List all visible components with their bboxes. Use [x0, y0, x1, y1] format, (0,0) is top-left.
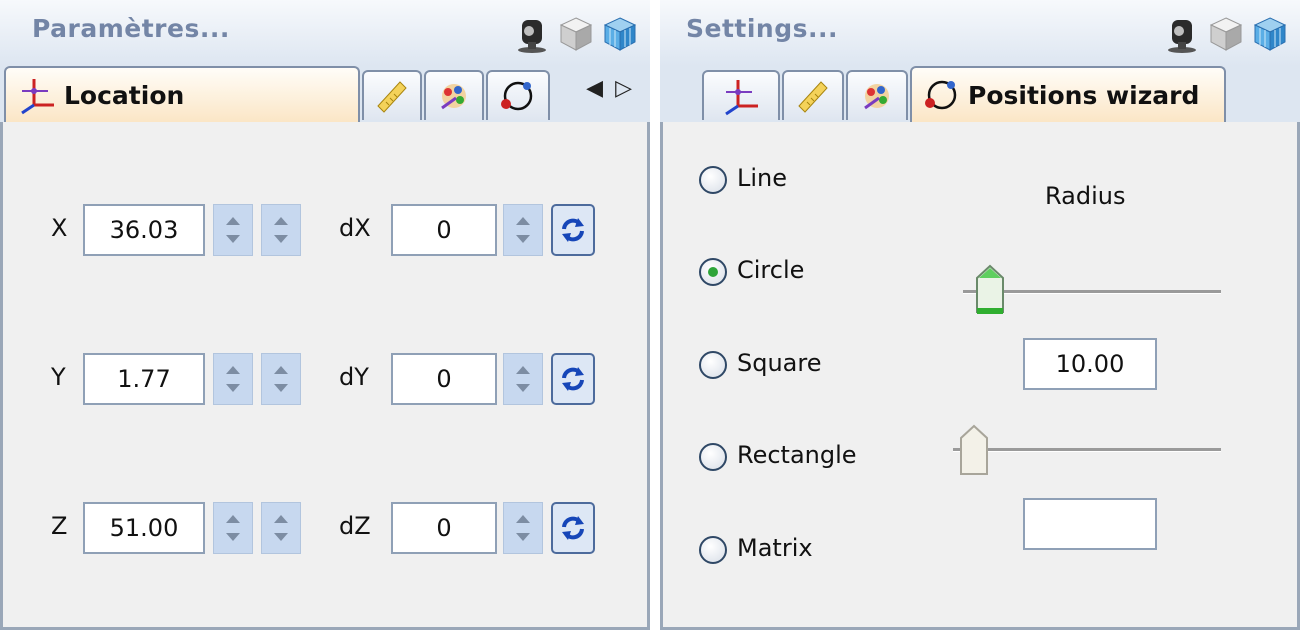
second-slider-track[interactable]	[953, 448, 1221, 452]
dx-label: dX	[339, 214, 371, 242]
arrow-right-icon[interactable]: ▷	[615, 76, 632, 101]
z-input[interactable]: 51.00	[83, 502, 205, 554]
x-spin-button[interactable]	[213, 204, 253, 256]
tab-paint[interactable]	[424, 70, 484, 120]
radio-rectangle[interactable]	[699, 443, 727, 471]
tab-location[interactable]	[702, 70, 780, 120]
x-label: X	[51, 214, 68, 242]
refresh-icon	[562, 367, 584, 391]
y-input[interactable]: 1.77	[83, 353, 205, 405]
cube-icon[interactable]	[1208, 14, 1244, 54]
title-toolbar	[514, 14, 638, 54]
dy-label: dY	[339, 363, 369, 391]
tab-paint[interactable]	[846, 70, 908, 120]
x-input[interactable]: 36.03	[83, 204, 205, 256]
y-spin-button-fine[interactable]	[261, 353, 301, 405]
second-slider-thumb[interactable]	[959, 424, 989, 478]
z-label: Z	[51, 512, 68, 540]
panel-title: Settings...	[686, 14, 838, 43]
tab-measure[interactable]	[362, 70, 422, 120]
radio-line-label[interactable]: Line	[737, 164, 787, 192]
dz-spin-button[interactable]	[503, 502, 543, 554]
dz-apply-button[interactable]	[551, 502, 595, 554]
z-spin-button-fine[interactable]	[261, 502, 301, 554]
dy-spin-button[interactable]	[503, 353, 543, 405]
panel-title-bar: Paramètres...	[0, 0, 650, 67]
tab-positions-wizard[interactable]: Positions wizard	[910, 66, 1226, 122]
x-spin-button-fine[interactable]	[261, 204, 301, 256]
tab-positions[interactable]	[486, 70, 550, 120]
tab-measure[interactable]	[782, 70, 844, 120]
dz-label: dZ	[339, 512, 371, 540]
grid-cube-icon[interactable]	[1252, 14, 1288, 54]
positions-wizard-content: Line Circle Square Rectangle Matrix Radi…	[660, 122, 1300, 630]
dx-spin-button[interactable]	[503, 204, 543, 256]
light-icon[interactable]	[514, 14, 550, 54]
radio-square-label[interactable]: Square	[737, 349, 822, 377]
arrow-left-icon[interactable]: ◀	[586, 76, 603, 101]
tab-location[interactable]: Location	[4, 66, 360, 122]
dx-input[interactable]: 0	[391, 204, 497, 256]
dz-input[interactable]: 0	[391, 502, 497, 554]
tab-label: Positions wizard	[968, 80, 1200, 110]
positions-icon	[925, 80, 957, 110]
cube-icon[interactable]	[558, 14, 594, 54]
axes-icon	[725, 80, 758, 116]
dy-input[interactable]: 0	[391, 353, 497, 405]
z-spin-button[interactable]	[213, 502, 253, 554]
radio-matrix[interactable]	[699, 536, 727, 564]
radio-matrix-label[interactable]: Matrix	[737, 534, 813, 562]
paint-icon	[441, 84, 466, 110]
radio-circle-label[interactable]: Circle	[737, 256, 804, 284]
y-label: Y	[51, 363, 66, 391]
second-input[interactable]	[1023, 498, 1157, 550]
tab-strip: Positions wizard	[660, 66, 1300, 122]
ruler-icon	[798, 81, 828, 113]
panel-title-bar: Settings...	[660, 0, 1300, 67]
radius-slider-thumb[interactable]	[975, 264, 1005, 318]
axes-icon	[21, 79, 54, 115]
positions-icon	[501, 81, 533, 111]
radio-square[interactable]	[699, 351, 727, 379]
radio-circle[interactable]	[699, 258, 727, 286]
dy-apply-button[interactable]	[551, 353, 595, 405]
title-toolbar	[1164, 14, 1288, 54]
paint-icon	[864, 84, 889, 110]
panel-title: Paramètres...	[32, 14, 230, 43]
refresh-icon	[562, 218, 584, 242]
tab-label: Location	[64, 80, 185, 110]
grid-cube-icon[interactable]	[602, 14, 638, 54]
radio-rectangle-label[interactable]: Rectangle	[737, 441, 857, 469]
refresh-icon	[562, 516, 584, 540]
ruler-icon	[377, 81, 407, 113]
radius-input[interactable]: 10.00	[1023, 338, 1157, 390]
radius-label: Radius	[1045, 182, 1126, 210]
y-spin-button[interactable]	[213, 353, 253, 405]
dx-apply-button[interactable]	[551, 204, 595, 256]
settings-panel-location: Paramètres... Location ◀ ▷ X 36.03 dX 0 …	[0, 0, 650, 630]
tab-strip: Location ◀ ▷	[0, 66, 650, 122]
light-icon[interactable]	[1164, 14, 1200, 54]
settings-panel-positions-wizard: Settings... Positions wizard Line Circle…	[660, 0, 1300, 630]
tab-scroll-arrows: ◀ ▷	[586, 76, 632, 101]
radio-line[interactable]	[699, 166, 727, 194]
location-content: X 36.03 dX 0 Y 1.77 dY 0 Z 51.00 dZ 0	[0, 122, 650, 630]
